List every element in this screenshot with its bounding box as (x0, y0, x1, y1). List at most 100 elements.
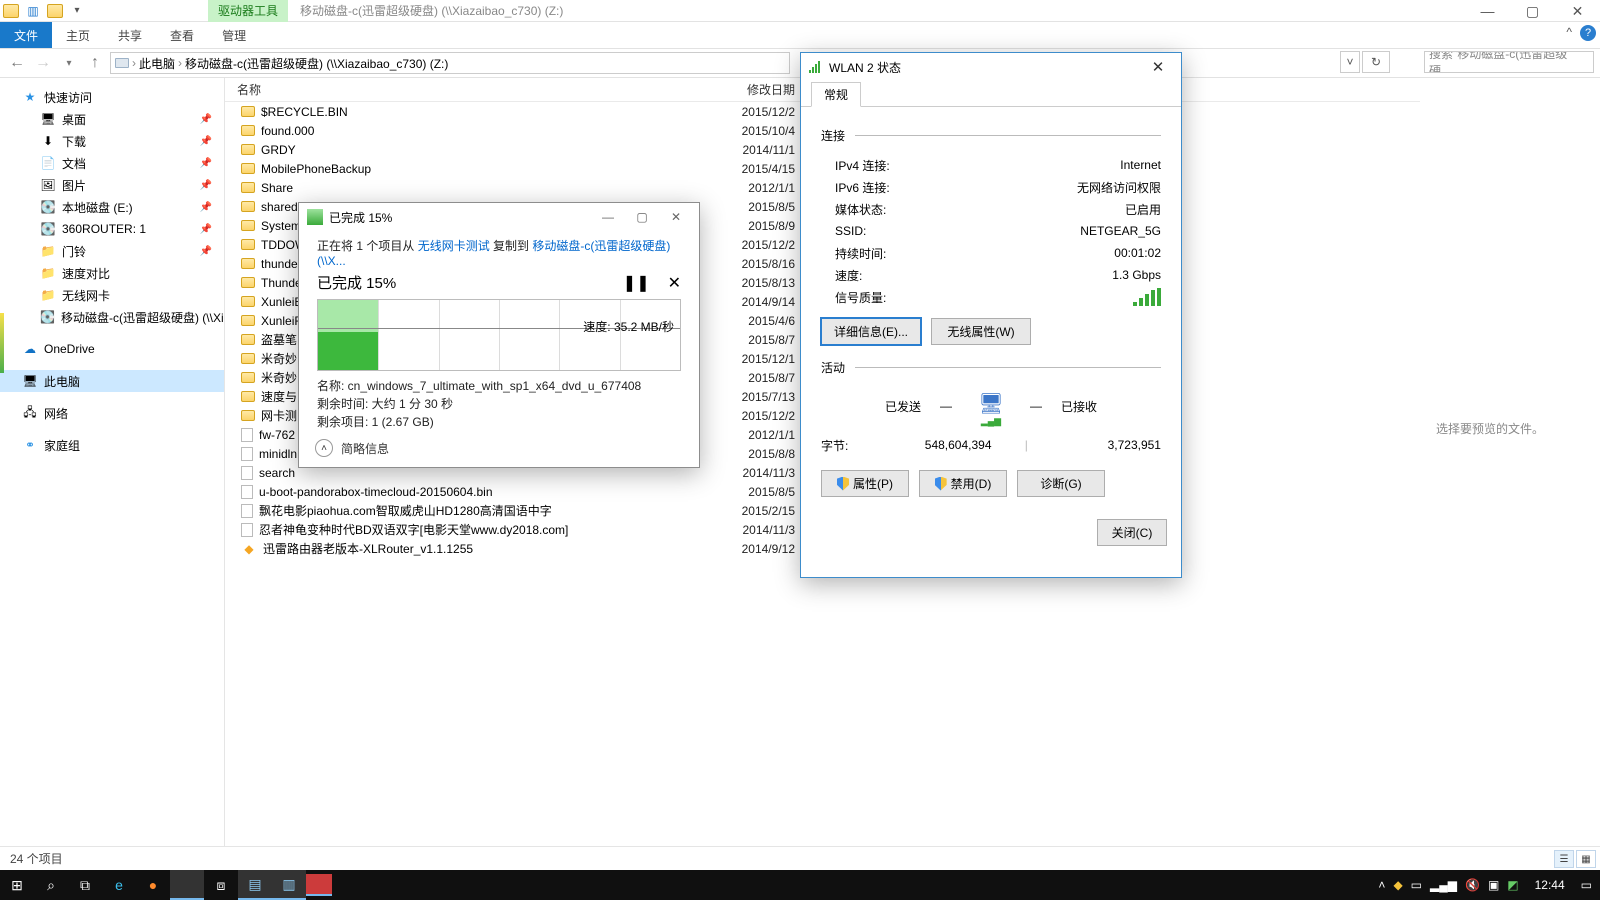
sidebar-item[interactable]: 📄文档📌 (0, 152, 224, 174)
recent-dropdown-icon[interactable]: ▾ (58, 52, 80, 74)
up-button[interactable]: ↑ (84, 52, 106, 74)
copy-close-button[interactable]: ✕ (661, 206, 691, 228)
volume-icon[interactable]: 🔇 (1465, 878, 1480, 892)
sidebar-homegroup[interactable]: ⚭家庭组 (0, 434, 224, 456)
file-name: 迅雷路由器老版本-XLRouter_v1.1.1255 (263, 540, 473, 557)
sidebar-thispc[interactable]: 🖥此电脑 (0, 370, 224, 392)
minimize-button[interactable]: — (1465, 0, 1510, 22)
sidebar-item[interactable]: 📁门铃📌 (0, 240, 224, 262)
contextual-tab-drive-tools[interactable]: 驱动器工具 (208, 0, 288, 22)
file-row[interactable]: Share2012/1/1 (225, 178, 805, 197)
tab-view[interactable]: 查看 (156, 22, 208, 48)
action-center-icon[interactable]: ▭ (1581, 878, 1592, 892)
folder-icon (241, 239, 255, 250)
wlan-close-button[interactable]: ✕ (1143, 58, 1173, 76)
cancel-copy-button[interactable]: ✕ (668, 273, 681, 293)
copy-maximize-button[interactable]: ▢ (627, 206, 657, 228)
details-button[interactable]: 详细信息(E)... (821, 318, 921, 345)
view-icons-button[interactable]: ▦ (1576, 850, 1596, 868)
crumb-thispc[interactable]: 此电脑 (139, 55, 175, 72)
search-input[interactable]: 搜索"移动磁盘-c(迅雷超级硬... (1424, 51, 1594, 73)
wifi-icon[interactable]: ▂▄▆ (1430, 878, 1457, 892)
tab-manage[interactable]: 管理 (208, 22, 260, 48)
maximize-button[interactable]: ▢ (1510, 0, 1555, 22)
tray-chevron-icon[interactable]: ˄ (1378, 878, 1385, 892)
file-row[interactable]: $RECYCLE.BIN2015/12/2 (225, 102, 805, 121)
edge-icon[interactable]: e (102, 870, 136, 900)
file-row[interactable]: u-boot-pandorabox-timecloud-20150604.bin… (225, 482, 805, 501)
tray-misc-icon[interactable]: ◩ (1507, 878, 1518, 892)
sidebar-item[interactable]: 📁无线网卡 (0, 284, 224, 306)
fewer-details-button[interactable]: ˄ 简略信息 (315, 439, 389, 457)
file-row[interactable]: found.0002015/10/4 (225, 121, 805, 140)
diagnose-button[interactable]: 诊断(G) (1017, 470, 1105, 497)
forward-button[interactable]: → (32, 52, 54, 74)
shield-icon (837, 477, 849, 491)
sidebar-item[interactable]: ⬇下载📌 (0, 130, 224, 152)
addr-history-dropdown[interactable]: ˅ (1340, 51, 1360, 73)
duration-label: 持续时间: (835, 245, 886, 262)
explorer-taskbar-icon[interactable] (170, 870, 204, 900)
app-icon-1[interactable]: ▤ (238, 870, 272, 900)
app-icon-2[interactable]: ▥ (272, 870, 306, 900)
battery-icon[interactable]: ▭ (1411, 878, 1422, 892)
sidebar-item[interactable]: 📁速度对比 (0, 262, 224, 284)
file-date: 2014/9/12 (742, 542, 795, 556)
properties-button[interactable]: 属性(P) (821, 470, 909, 497)
start-button[interactable]: ⊞ (0, 870, 34, 900)
sidebar-item[interactable]: 💽移动磁盘-c(迅雷超级硬盘) (\\Xiaza (0, 306, 224, 328)
file-row[interactable]: ◆迅雷路由器老版本-XLRouter_v1.1.12552014/9/12 (225, 539, 805, 558)
close-dialog-button[interactable]: 关闭(C) (1097, 519, 1167, 546)
file-row[interactable]: MobilePhoneBackup2015/4/15 (225, 159, 805, 178)
folder-icon (241, 410, 255, 421)
ribbon-collapse-icon[interactable]: ^ (1566, 25, 1572, 41)
view-details-button[interactable]: ☰ (1554, 850, 1574, 868)
sidebar-item-label: 下载 (62, 133, 86, 150)
crumb-drive[interactable]: 移动磁盘-c(迅雷超级硬盘) (\\Xiazaibao_c730) (Z:) (185, 55, 448, 72)
folder-icon (241, 353, 255, 364)
sidebar-item[interactable]: 💽360ROUTER: 1📌 (0, 218, 224, 240)
item-icon: 📁 (40, 287, 56, 303)
refresh-button[interactable]: ↻ (1362, 51, 1390, 73)
pause-button[interactable]: ❚❚ (623, 273, 650, 293)
store-icon[interactable]: ⧈ (204, 870, 238, 900)
bytes-recv: 3,723,951 (1061, 438, 1161, 452)
firefox-icon[interactable]: ● (136, 870, 170, 900)
copy-from-link[interactable]: 无线网卡测试 (418, 239, 490, 253)
help-icon[interactable]: ? (1580, 25, 1596, 41)
file-row[interactable]: 忍者神龟变种时代BD双语双字[电影天堂www.dy2018.com]2014/1… (225, 520, 805, 539)
search-icon[interactable]: ⌕ (34, 870, 68, 900)
file-name: minidln (259, 447, 297, 461)
sidebar-network[interactable]: 🖧网络 (0, 402, 224, 424)
tray-app-icon[interactable]: ◆ (1393, 878, 1402, 892)
sidebar-quick-access[interactable]: ★快速访问 (0, 86, 224, 108)
app-icon-3[interactable] (306, 874, 332, 896)
tab-file[interactable]: 文件 (0, 22, 52, 48)
ime-icon[interactable]: ▣ (1488, 878, 1499, 892)
sidebar-item[interactable]: 💽本地磁盘 (E:)📌 (0, 196, 224, 218)
task-view-icon[interactable]: ⧉ (68, 870, 102, 900)
tab-share[interactable]: 共享 (104, 22, 156, 48)
qat-dropdown-icon[interactable]: ▾ (66, 0, 88, 22)
close-button[interactable]: ✕ (1555, 0, 1600, 22)
disable-button[interactable]: 禁用(D) (919, 470, 1007, 497)
speed-value: 1.3 Gbps (1112, 268, 1161, 282)
signal-icon (809, 61, 823, 73)
wireless-properties-button[interactable]: 无线属性(W) (931, 318, 1031, 345)
back-button[interactable]: ← (6, 52, 28, 74)
sidebar-onedrive[interactable]: ☁OneDrive (0, 338, 224, 360)
copy-minimize-button[interactable]: — (593, 206, 623, 228)
speed-chart: 速度: 35.2 MB/秒 (317, 299, 681, 371)
clock[interactable]: 12:44 (1527, 878, 1573, 892)
column-name[interactable]: 名称 (225, 81, 735, 98)
qat-props-icon[interactable]: ▥ (22, 0, 44, 22)
file-name: Share (261, 181, 293, 195)
file-icon (241, 504, 253, 518)
file-row[interactable]: GRDY2014/11/1 (225, 140, 805, 159)
breadcrumb[interactable]: › 此电脑 › 移动磁盘-c(迅雷超级硬盘) (\\Xiazaibao_c730… (110, 52, 790, 74)
sidebar-item[interactable]: 🖥桌面📌 (0, 108, 224, 130)
file-row[interactable]: 飘花电影piaohua.com智取威虎山HD1280高清国语中字2015/2/1… (225, 501, 805, 520)
sidebar-item[interactable]: 🖼图片📌 (0, 174, 224, 196)
tab-home[interactable]: 主页 (52, 22, 104, 48)
tab-general[interactable]: 常规 (811, 82, 861, 107)
